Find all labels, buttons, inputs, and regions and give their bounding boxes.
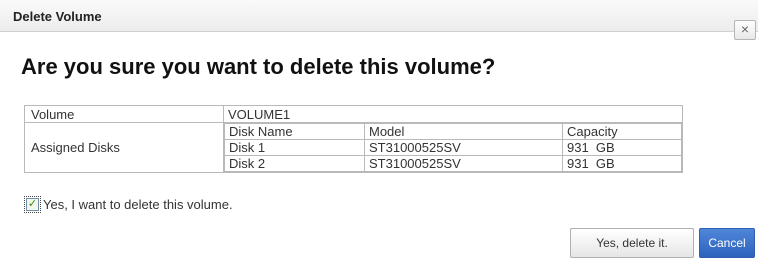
- assigned-disks-cell: Disk Name Model Capacity Disk 1 ST310005…: [223, 122, 683, 173]
- column-header-disk-name: Disk Name: [224, 123, 365, 140]
- dialog-titlebar: Delete Volume ×: [0, 0, 758, 40]
- disk-name-cell: Disk 2: [224, 155, 365, 172]
- column-header-capacity: Capacity: [562, 123, 682, 140]
- disk-model-cell: ST31000525SV: [364, 155, 563, 172]
- volume-info-table: Volume VOLUME1 Assigned Disks Disk Name …: [24, 105, 683, 173]
- assigned-disks-label: Assigned Disks: [24, 122, 224, 173]
- table-row: Assigned Disks Disk Name Model Capacity …: [24, 122, 683, 173]
- table-header-row: Disk Name Model Capacity: [224, 123, 682, 140]
- confirm-delete-checkbox[interactable]: ✓: [24, 195, 41, 213]
- delete-volume-dialog: Delete Volume × Are you sure you want to…: [0, 0, 758, 264]
- table-row: Disk 1 ST31000525SV 931 GB: [224, 139, 682, 156]
- disk-capacity-cell: 931 GB: [562, 155, 682, 172]
- disk-capacity-cell: 931 GB: [562, 139, 682, 156]
- check-icon: ✓: [26, 197, 39, 211]
- volume-value: VOLUME1: [223, 105, 683, 123]
- confirmation-heading: Are you sure you want to delete this vol…: [21, 54, 496, 79]
- column-header-model: Model: [364, 123, 563, 140]
- confirm-delete-label[interactable]: Yes, I want to delete this volume.: [43, 197, 233, 212]
- disk-name-cell: Disk 1: [224, 139, 365, 156]
- cancel-button[interactable]: Cancel: [699, 228, 755, 258]
- disk-model-cell: ST31000525SV: [364, 139, 563, 156]
- table-row: Disk 2 ST31000525SV 931 GB: [224, 155, 682, 172]
- confirm-delete-row: ✓ Yes, I want to delete this volume.: [24, 194, 233, 214]
- table-row: Volume VOLUME1: [24, 105, 683, 123]
- close-icon: ×: [740, 21, 750, 37]
- assigned-disks-table: Disk Name Model Capacity Disk 1 ST310005…: [224, 123, 682, 172]
- volume-label: Volume: [24, 105, 224, 123]
- close-button[interactable]: ×: [734, 20, 756, 40]
- dialog-title: Delete Volume: [13, 9, 102, 24]
- confirm-delete-button[interactable]: Yes, delete it.: [570, 228, 694, 258]
